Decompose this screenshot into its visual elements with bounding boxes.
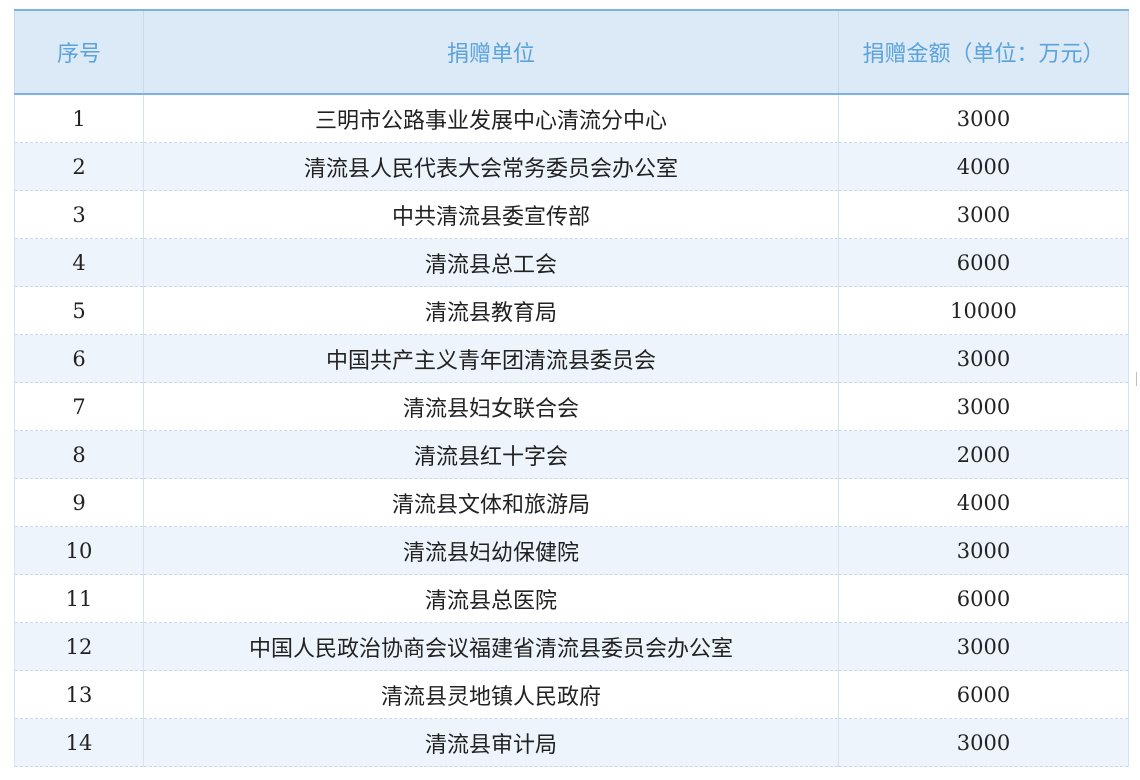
- row-amount: 4000: [838, 142, 1129, 191]
- table-row: 5 清流县教育局 10000: [14, 286, 1129, 335]
- row-index: 13: [14, 670, 144, 719]
- row-amount: 3000: [838, 622, 1129, 671]
- table-row: 1 三明市公路事业发展中心清流分中心 3000: [14, 94, 1129, 143]
- row-amount: 3000: [838, 526, 1129, 575]
- table-row: 14 清流县审计局 3000: [14, 718, 1129, 767]
- header-row: 序号 捐赠单位 捐赠金额（单位：万元）: [14, 9, 1129, 95]
- row-amount: 3000: [838, 334, 1129, 383]
- row-amount: 3000: [838, 382, 1129, 431]
- row-index: 8: [14, 430, 144, 479]
- row-unit: 清流县灵地镇人民政府: [143, 670, 839, 719]
- row-unit: 中共清流县委宣传部: [143, 190, 839, 239]
- donation-table-container: 序号 捐赠单位 捐赠金额（单位：万元） 1 三明市公路事业发展中心清流分中心 300…: [14, 9, 1129, 767]
- row-amount: 10000: [838, 286, 1129, 335]
- row-amount: 3000: [838, 718, 1129, 767]
- row-index: 4: [14, 238, 144, 287]
- header-amount: 捐赠金额（单位：万元）: [838, 9, 1129, 95]
- row-index: 6: [14, 334, 144, 383]
- row-unit: 清流县教育局: [143, 286, 839, 335]
- row-index: 7: [14, 382, 144, 431]
- table-body: 1 三明市公路事业发展中心清流分中心 3000 2 清流县人民代表大会常务委员会办公室…: [14, 94, 1129, 767]
- header-index: 序号: [14, 9, 144, 95]
- row-index: 9: [14, 478, 144, 527]
- row-unit: 三明市公路事业发展中心清流分中心: [143, 94, 839, 143]
- row-amount: 3000: [838, 190, 1129, 239]
- row-unit: 中国共产主义青年团清流县委员会: [143, 334, 839, 383]
- table-row: 4 清流县总工会 6000: [14, 238, 1129, 287]
- scroll-edge-marker: [1136, 372, 1140, 386]
- donation-table: 序号 捐赠单位 捐赠金额（单位：万元） 1 三明市公路事业发展中心清流分中心 300…: [14, 9, 1129, 767]
- table-row: 12 中国人民政治协商会议福建省清流县委员会办公室 3000: [14, 622, 1129, 671]
- table-row: 11 清流县总医院 6000: [14, 574, 1129, 623]
- row-amount: 6000: [838, 574, 1129, 623]
- row-amount: 6000: [838, 670, 1129, 719]
- table-row: 13 清流县灵地镇人民政府 6000: [14, 670, 1129, 719]
- row-unit: 清流县总医院: [143, 574, 839, 623]
- row-index: 11: [14, 574, 144, 623]
- table-row: 6 中国共产主义青年团清流县委员会 3000: [14, 334, 1129, 383]
- table-row: 9 清流县文体和旅游局 4000: [14, 478, 1129, 527]
- row-index: 3: [14, 190, 144, 239]
- table-row: 7 清流县妇女联合会 3000: [14, 382, 1129, 431]
- table-row: 10 清流县妇幼保健院 3000: [14, 526, 1129, 575]
- header-unit: 捐赠单位: [143, 9, 839, 95]
- table-row: 8 清流县红十字会 2000: [14, 430, 1129, 479]
- row-unit: 清流县妇女联合会: [143, 382, 839, 431]
- row-index: 10: [14, 526, 144, 575]
- row-amount: 4000: [838, 478, 1129, 527]
- row-unit: 中国人民政治协商会议福建省清流县委员会办公室: [143, 622, 839, 671]
- row-unit: 清流县文体和旅游局: [143, 478, 839, 527]
- row-index: 12: [14, 622, 144, 671]
- row-index: 14: [14, 718, 144, 767]
- row-unit: 清流县妇幼保健院: [143, 526, 839, 575]
- row-unit: 清流县红十字会: [143, 430, 839, 479]
- row-amount: 3000: [838, 94, 1129, 143]
- row-index: 2: [14, 142, 144, 191]
- row-amount: 6000: [838, 238, 1129, 287]
- row-unit: 清流县总工会: [143, 238, 839, 287]
- row-amount: 2000: [838, 430, 1129, 479]
- row-index: 1: [14, 94, 144, 143]
- table-row: 2 清流县人民代表大会常务委员会办公室 4000: [14, 142, 1129, 191]
- row-unit: 清流县人民代表大会常务委员会办公室: [143, 142, 839, 191]
- table-row: 3 中共清流县委宣传部 3000: [14, 190, 1129, 239]
- row-unit: 清流县审计局: [143, 718, 839, 767]
- row-index: 5: [14, 286, 144, 335]
- table-header: 序号 捐赠单位 捐赠金额（单位：万元）: [14, 9, 1129, 95]
